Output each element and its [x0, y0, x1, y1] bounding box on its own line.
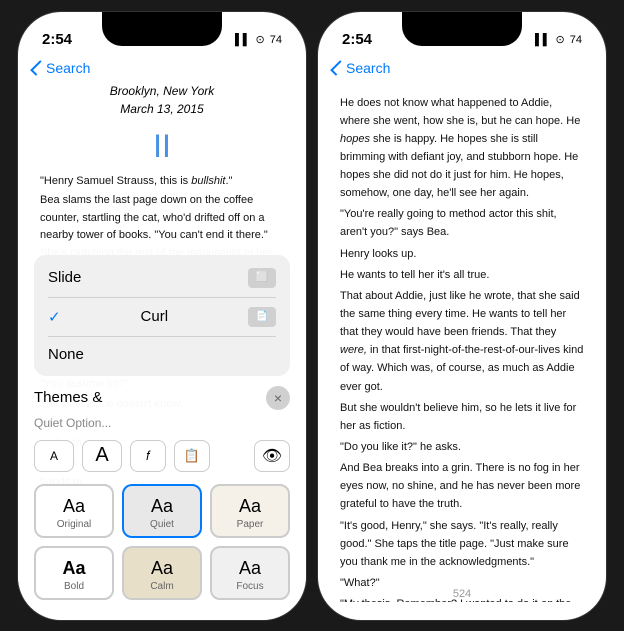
- themes-header: Themes & ×: [34, 386, 290, 410]
- battery-icon-right: 74: [570, 34, 582, 46]
- curl-label: Curl: [141, 308, 169, 325]
- theme-bold[interactable]: Aa Bold: [34, 546, 114, 600]
- rp-2: "You're really going to method actor thi…: [340, 205, 584, 241]
- chevron-left-icon: [30, 60, 46, 76]
- para-1: "Henry Samuel Strauss, this is bullshit.…: [40, 173, 284, 191]
- page-number: 524: [453, 588, 471, 600]
- theme-focus-name: Focus: [220, 581, 280, 592]
- theme-focus-aa: Aa: [220, 558, 280, 579]
- theme-quiet-name: Quiet: [132, 519, 192, 530]
- signal-icon: ▌▌: [235, 34, 251, 46]
- theme-calm[interactable]: Aa Calm: [122, 546, 202, 600]
- overlay-panel: Slide ⬜ ✓ Curl 📄 None Th: [18, 243, 306, 620]
- transition-none[interactable]: None: [34, 337, 290, 372]
- status-icons-right: ▌▌ ⊙ 74: [535, 33, 582, 46]
- rp-6: But she wouldn't believe him, so he lets…: [340, 399, 584, 435]
- battery-icon: 74: [270, 34, 282, 46]
- book-date: March 13, 2015: [40, 100, 284, 118]
- book-header: Brooklyn, New York March 13, 2015: [40, 82, 284, 118]
- rp-4: He wants to tell her it's all true.: [340, 266, 584, 284]
- nav-bar-right: Search: [318, 56, 606, 82]
- notch: [102, 12, 222, 46]
- rp-9: "It's good, Henry," she says. "It's real…: [340, 517, 584, 571]
- notch-right: [402, 12, 522, 46]
- theme-paper-aa: Aa: [220, 496, 280, 517]
- theme-original-name: Original: [44, 519, 104, 530]
- book-content-right: He does not know what happened to Addie,…: [318, 82, 606, 602]
- phones-container: 2:54 ▌▌ ⊙ 74 Search Brooklyn, New York M…: [17, 11, 607, 621]
- close-button[interactable]: ×: [266, 386, 290, 410]
- quiet-options-label: Quiet Option...: [34, 416, 290, 430]
- font-format-button[interactable]: 𝑓: [130, 440, 166, 472]
- theme-bold-name: Bold: [44, 581, 104, 592]
- rp-3: Henry looks up.: [340, 245, 584, 263]
- curl-icon: 📄: [248, 307, 276, 327]
- theme-paper-name: Paper: [220, 519, 280, 530]
- theme-calm-aa: Aa: [132, 558, 192, 579]
- themes-title: Themes &: [34, 389, 102, 406]
- status-time-right: 2:54: [342, 31, 372, 48]
- status-time-left: 2:54: [42, 31, 72, 48]
- rp-5: That about Addie, just like he wrote, th…: [340, 287, 584, 396]
- wifi-icon-right: ⊙: [556, 33, 565, 46]
- theme-original-aa: Aa: [44, 496, 104, 517]
- font-increase-button[interactable]: A: [82, 440, 122, 472]
- transition-curl[interactable]: ✓ Curl 📄: [34, 298, 290, 336]
- back-label-right: Search: [346, 60, 390, 76]
- theme-paper[interactable]: Aa Paper: [210, 484, 290, 538]
- theme-grid: Aa Original Aa Quiet Aa Paper Aa Bold: [34, 484, 290, 600]
- theme-quiet[interactable]: Aa Quiet: [122, 484, 202, 538]
- back-button-right[interactable]: Search: [334, 60, 390, 76]
- nav-bar-left: Search: [18, 56, 306, 82]
- right-phone: 2:54 ▌▌ ⊙ 74 Search He does not know wha…: [317, 11, 607, 621]
- eye-button[interactable]: 👁: [254, 440, 290, 472]
- font-style-button[interactable]: 📋: [174, 440, 210, 472]
- theme-bold-aa: Aa: [44, 558, 104, 579]
- rp-1: He does not know what happened to Addie,…: [340, 94, 584, 203]
- wifi-icon: ⊙: [256, 33, 265, 46]
- transition-options: Slide ⬜ ✓ Curl 📄 None: [34, 255, 290, 376]
- slide-label: Slide: [48, 269, 81, 286]
- back-label-left: Search: [46, 60, 90, 76]
- theme-original[interactable]: Aa Original: [34, 484, 114, 538]
- font-controls: A A 𝑓 📋 👁: [34, 440, 290, 472]
- status-icons-left: ▌▌ ⊙ 74: [235, 33, 282, 46]
- book-location: Brooklyn, New York: [40, 82, 284, 100]
- theme-calm-name: Calm: [132, 581, 192, 592]
- close-icon: ×: [274, 390, 282, 406]
- chapter-number: II: [40, 128, 284, 165]
- slide-icon: ⬜: [248, 268, 276, 288]
- left-phone: 2:54 ▌▌ ⊙ 74 Search Brooklyn, New York M…: [17, 11, 307, 621]
- rp-7: "Do you like it?" he asks.: [340, 438, 584, 456]
- transition-slide[interactable]: Slide ⬜: [34, 259, 290, 297]
- font-decrease-button[interactable]: A: [34, 440, 74, 472]
- chevron-left-icon-right: [330, 60, 346, 76]
- check-icon: ✓: [48, 308, 61, 326]
- back-button-left[interactable]: Search: [34, 60, 90, 76]
- theme-quiet-aa: Aa: [132, 496, 192, 517]
- theme-focus[interactable]: Aa Focus: [210, 546, 290, 600]
- none-label: None: [48, 346, 84, 363]
- signal-icon-right: ▌▌: [535, 34, 551, 46]
- rp-8: And Bea breaks into a grin. There is no …: [340, 459, 584, 513]
